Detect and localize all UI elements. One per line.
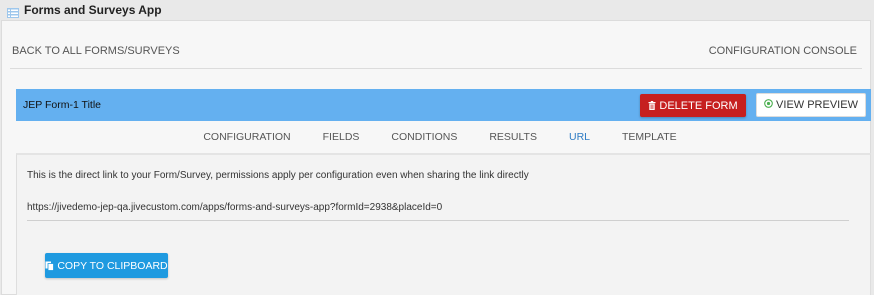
- view-preview-label: VIEW PREVIEW: [776, 99, 858, 111]
- url-panel: This is the direct link to your Form/Sur…: [16, 153, 871, 295]
- trash-icon: [648, 101, 656, 110]
- form-url-field[interactable]: [27, 199, 849, 221]
- view-preview-button[interactable]: VIEW PREVIEW: [756, 93, 866, 117]
- tab-bar: CONFIGURATION FIELDS CONDITIONS RESULTS …: [2, 127, 872, 155]
- delete-form-button[interactable]: DELETE FORM: [640, 94, 746, 117]
- tab-results[interactable]: RESULTS: [473, 127, 553, 155]
- main-panel: BACK TO ALL FORMS/SURVEYS CONFIGURATION …: [1, 20, 871, 295]
- tab-url[interactable]: URL: [552, 127, 607, 155]
- form-list-icon: [7, 5, 19, 18]
- copy-icon: [45, 261, 55, 271]
- app-title: Forms and Surveys App: [24, 3, 162, 17]
- copy-to-clipboard-button[interactable]: COPY TO CLIPBOARD: [45, 253, 168, 278]
- tab-configuration[interactable]: CONFIGURATION: [187, 127, 306, 155]
- form-title-bar: JEP Form-1 Title DELETE FORM VIEW PREVIE…: [16, 89, 871, 121]
- delete-form-label: DELETE FORM: [659, 99, 738, 112]
- tab-conditions[interactable]: CONDITIONS: [375, 127, 473, 155]
- tab-template[interactable]: TEMPLATE: [606, 127, 693, 155]
- configuration-console-link[interactable]: CONFIGURATION CONSOLE: [709, 45, 857, 57]
- app-header: Forms and Surveys App: [0, 0, 874, 20]
- copy-to-clipboard-label: COPY TO CLIPBOARD: [57, 259, 168, 272]
- url-description: This is the direct link to your Form/Sur…: [27, 170, 529, 181]
- back-to-all-forms-link[interactable]: BACK TO ALL FORMS/SURVEYS: [12, 45, 180, 57]
- form-title: JEP Form-1 Title: [23, 99, 101, 111]
- nav-bar: BACK TO ALL FORMS/SURVEYS CONFIGURATION …: [10, 33, 862, 69]
- tab-fields[interactable]: FIELDS: [307, 127, 376, 155]
- eye-icon: [764, 99, 773, 111]
